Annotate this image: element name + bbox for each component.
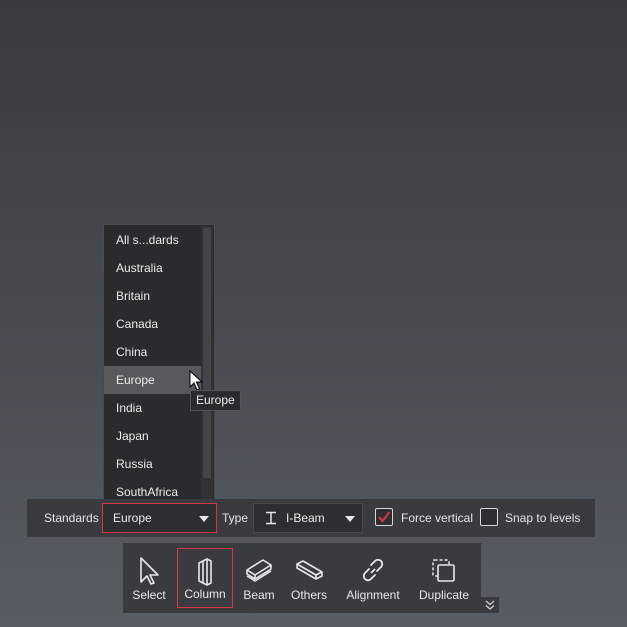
duplicate-tool-label: Duplicate xyxy=(418,588,470,602)
dropdown-item-australia[interactable]: Australia xyxy=(104,254,201,282)
arrow-pointer-icon xyxy=(140,557,159,585)
snap-to-levels-checkbox[interactable] xyxy=(480,508,498,526)
tooltip: Europe xyxy=(190,390,241,411)
standards-toolbar: Standards Europe Type I-Beam Force verti… xyxy=(27,499,595,537)
standards-select-value: Europe xyxy=(113,511,152,525)
dropdown-item-britain[interactable]: Britain xyxy=(104,282,201,310)
type-label: Type xyxy=(222,511,249,525)
dropdown-item-russia[interactable]: Russia xyxy=(104,450,201,478)
duplicate-icon xyxy=(432,559,455,582)
beam-tool-label: Beam xyxy=(243,588,275,602)
dropdown-scrollbar-thumb[interactable] xyxy=(203,228,211,478)
dropdown-item-all-standards[interactable]: All s...dards xyxy=(104,226,201,254)
mouse-cursor-icon xyxy=(189,370,203,391)
beam-tool-button[interactable]: Beam xyxy=(237,548,281,608)
column-icon xyxy=(198,558,212,586)
tools-toolbar: Select Column Beam Others Alignment Dupl… xyxy=(123,543,481,613)
force-vertical-label: Force vertical xyxy=(401,511,474,525)
column-tool-button[interactable]: Column xyxy=(177,548,233,608)
others-icon xyxy=(296,560,323,580)
standards-select[interactable]: Europe xyxy=(102,503,217,533)
link-icon xyxy=(362,558,384,582)
snap-to-levels-label: Snap to levels xyxy=(505,511,581,525)
dropdown-item-canada[interactable]: Canada xyxy=(104,310,201,338)
duplicate-tool-button[interactable]: Duplicate xyxy=(415,548,473,608)
type-select-value: I-Beam xyxy=(286,511,325,525)
i-beam-icon xyxy=(266,511,276,525)
others-tool-label: Others xyxy=(290,588,327,602)
standards-dropdown-list: All s...dards Australia Britain Canada C… xyxy=(103,224,215,505)
dropdown-item-japan[interactable]: Japan xyxy=(104,422,201,450)
toolbar-expand-button[interactable] xyxy=(481,597,499,613)
type-select[interactable]: I-Beam xyxy=(253,503,363,533)
double-chevron-down-icon xyxy=(485,600,495,610)
column-tool-label: Column xyxy=(184,587,226,601)
chevron-down-icon xyxy=(199,516,209,522)
force-vertical-checkbox[interactable] xyxy=(375,508,393,526)
alignment-tool-button[interactable]: Alignment xyxy=(341,548,405,608)
select-tool-button[interactable]: Select xyxy=(128,548,170,608)
checkmark-icon xyxy=(378,511,391,523)
others-tool-button[interactable]: Others xyxy=(285,548,333,608)
dropdown-item-china[interactable]: China xyxy=(104,338,201,366)
beam-icon xyxy=(246,559,272,582)
chevron-down-icon xyxy=(345,516,355,522)
dropdown-item-europe[interactable]: Europe xyxy=(104,366,201,394)
dropdown-scrollbar[interactable] xyxy=(201,226,213,503)
select-tool-label: Select xyxy=(132,588,166,602)
dropdown-item-india[interactable]: India xyxy=(104,394,201,422)
standards-label: Standards xyxy=(44,511,99,525)
alignment-tool-label: Alignment xyxy=(346,588,400,602)
